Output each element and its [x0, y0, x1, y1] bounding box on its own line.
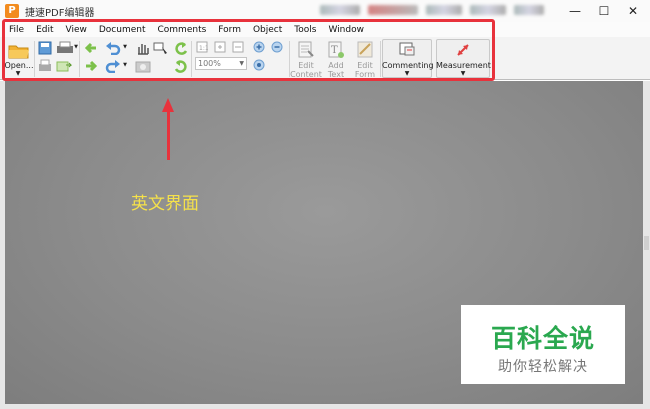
- blurred-region: [426, 5, 462, 15]
- menu-comments[interactable]: Comments: [152, 25, 213, 35]
- zoom-tool-button[interactable]: [251, 58, 267, 72]
- minimize-button[interactable]: —: [563, 2, 587, 20]
- menu-tools[interactable]: Tools: [288, 25, 322, 35]
- menu-object[interactable]: Object: [247, 25, 288, 35]
- zoom-value: 100%: [198, 59, 221, 68]
- chevron-down-icon: ▼: [460, 70, 466, 77]
- fit-page-icon: [214, 41, 226, 53]
- chevron-down-icon: ▼: [404, 70, 410, 77]
- maximize-button[interactable]: ☐: [592, 2, 616, 20]
- edit-form-icon: [357, 41, 373, 58]
- arrow-right-icon: [86, 60, 98, 72]
- chevron-down-icon: ▼: [239, 60, 244, 67]
- menu-form[interactable]: Form: [212, 25, 247, 35]
- watermark-subtitle: 助你轻松解决: [498, 359, 588, 375]
- camera-icon: [135, 61, 151, 73]
- blurred-region: [470, 5, 506, 15]
- prev-page-button[interactable]: [83, 40, 99, 56]
- annotation-arrow-shaft: [167, 110, 170, 160]
- add-text-label: Add Text: [327, 61, 345, 79]
- undo-icon: [106, 42, 121, 55]
- measurement-button[interactable]: [452, 40, 474, 60]
- blurred-region: [514, 5, 544, 15]
- commenting-button[interactable]: [396, 40, 418, 60]
- undo-button[interactable]: [104, 40, 122, 56]
- close-button[interactable]: ✕: [621, 2, 645, 20]
- blurred-account-area: [320, 5, 544, 15]
- edit-content-label: Edit Content: [290, 61, 322, 79]
- menu-window[interactable]: Window: [322, 25, 370, 35]
- menu-bar: File Edit View Document Comments Form Ob…: [0, 22, 650, 37]
- svg-text:T: T: [331, 45, 338, 56]
- printer-icon: [57, 41, 73, 53]
- scrollbar-thumb[interactable]: [644, 236, 649, 250]
- menu-edit[interactable]: Edit: [30, 25, 59, 35]
- redo-dropdown-icon[interactable]: ▼: [122, 61, 128, 70]
- actual-size-button[interactable]: 1:1: [195, 40, 209, 54]
- zoom-out-button[interactable]: [269, 40, 285, 54]
- zoom-in-icon: [253, 41, 264, 52]
- annotation-text: 英文界面: [131, 194, 199, 214]
- blurred-region: [368, 5, 418, 15]
- status-bar-edge: [0, 404, 650, 409]
- arrow-left-icon: [84, 42, 96, 54]
- rotate-left-button[interactable]: [173, 40, 189, 56]
- undo-dropdown-icon[interactable]: ▼: [122, 43, 128, 52]
- edit-content-icon: [298, 41, 314, 58]
- menu-file[interactable]: File: [0, 25, 30, 35]
- menu-document[interactable]: Document: [93, 25, 152, 35]
- rotate-right-icon: [174, 60, 187, 73]
- save-button[interactable]: [37, 40, 53, 56]
- redo-button[interactable]: [104, 58, 122, 74]
- svg-text:1:1: 1:1: [199, 45, 208, 52]
- left-panel-edge: [0, 81, 5, 407]
- redo-icon: [105, 60, 120, 73]
- edit-form-button[interactable]: [354, 40, 376, 60]
- edit-content-button[interactable]: [295, 40, 317, 60]
- rotate-left-icon: [175, 42, 188, 55]
- fit-width-icon: [232, 41, 244, 53]
- edit-form-label: Edit Form: [354, 61, 376, 79]
- measure-arrow-icon: [457, 44, 469, 56]
- save-icon: [38, 41, 52, 55]
- app-logo: P: [5, 4, 19, 18]
- open-button[interactable]: [7, 41, 31, 61]
- watermark-logo: 百科全说 助你轻松解决: [461, 305, 625, 384]
- print-preview-icon: [39, 59, 51, 71]
- add-text-button[interactable]: T: [325, 40, 347, 60]
- print-preview-button[interactable]: [37, 58, 53, 74]
- chevron-down-icon: ▼: [15, 70, 21, 77]
- watermark-title: 百科全说: [490, 324, 595, 353]
- hand-tool-button[interactable]: [134, 40, 150, 56]
- print-button[interactable]: [55, 40, 75, 56]
- zoom-in-button[interactable]: [251, 40, 267, 54]
- magnifier-icon: [253, 59, 264, 70]
- select-text-icon: [153, 42, 167, 54]
- fit-width-button[interactable]: [231, 40, 245, 54]
- add-text-icon: T: [328, 41, 344, 58]
- next-page-button[interactable]: [83, 58, 99, 74]
- folder-icon: [8, 45, 29, 59]
- window-title: 捷速PDF编辑器: [25, 7, 95, 19]
- hand-icon: [138, 44, 149, 55]
- menu-view[interactable]: View: [60, 25, 93, 35]
- select-text-button[interactable]: [152, 40, 170, 56]
- commenting-icon: [399, 42, 415, 56]
- zoom-select[interactable]: 100% ▼: [195, 57, 247, 70]
- zoom-out-icon: [271, 41, 282, 52]
- rotate-right-button[interactable]: [173, 58, 189, 74]
- snapshot-button[interactable]: [134, 58, 152, 74]
- fit-page-button[interactable]: [213, 40, 227, 54]
- send-icon: [56, 61, 72, 72]
- blurred-region: [320, 5, 360, 15]
- email-button[interactable]: [55, 58, 73, 74]
- actual-size-icon: 1:1: [196, 41, 208, 53]
